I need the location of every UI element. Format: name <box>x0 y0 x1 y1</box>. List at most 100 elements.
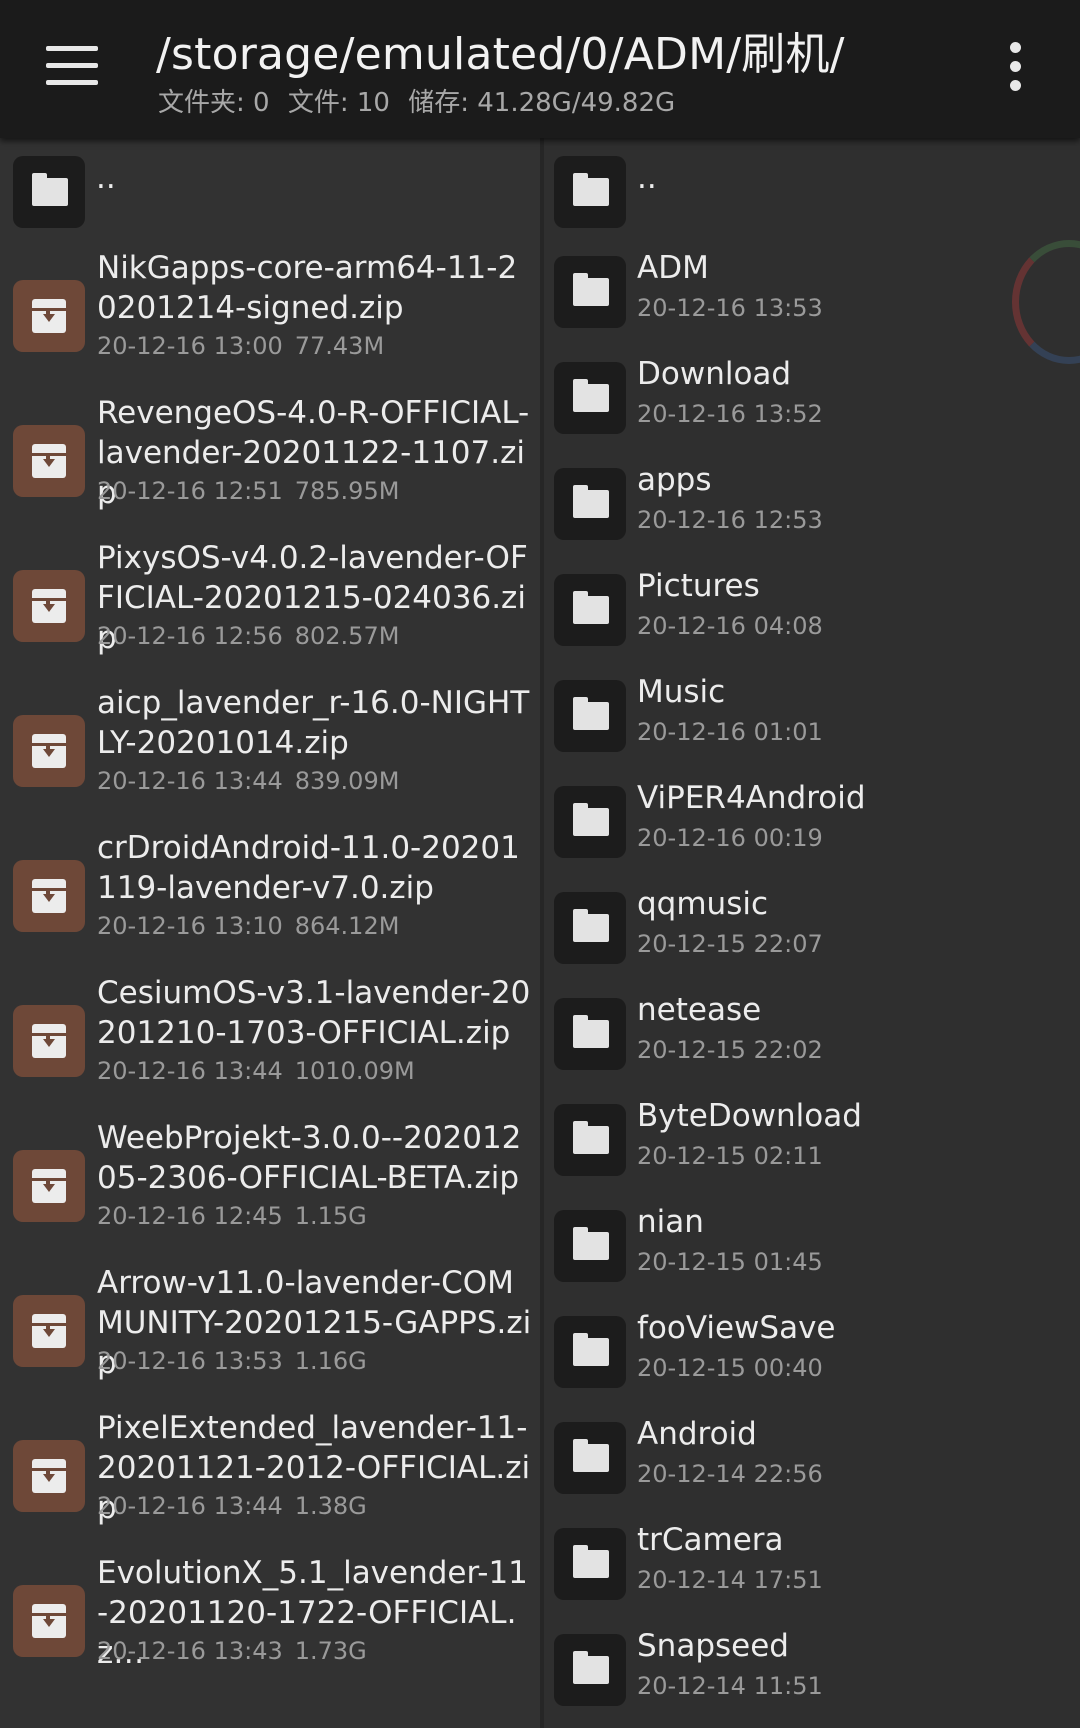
file-meta: 20-12-16 12:51 785.95M <box>97 477 399 505</box>
file-date: 20-12-16 13:53 <box>97 1347 283 1375</box>
folder-name: nian <box>637 1204 704 1240</box>
folder-date: 20-12-15 22:02 <box>637 1036 823 1064</box>
folder-icon <box>554 574 626 646</box>
file-size: 1.38G <box>294 1492 367 1520</box>
archive-zip-icon <box>13 1005 85 1077</box>
file-meta: 20-12-16 13:44 1.38G <box>97 1492 367 1520</box>
archive-zip-icon <box>13 425 85 497</box>
folder-row[interactable]: ViPER4Android 20-12-16 00:19 <box>544 768 1080 874</box>
folder-date: 20-12-14 22:56 <box>637 1460 823 1488</box>
folder-count: 文件夹: 0 <box>158 88 270 118</box>
folder-icon <box>554 892 626 964</box>
file-date: 20-12-16 13:44 <box>97 1057 283 1085</box>
file-date: 20-12-16 13:00 <box>97 332 283 360</box>
folder-icon <box>554 1422 626 1494</box>
hamburger-menu-icon[interactable] <box>46 46 98 86</box>
file-row[interactable]: CesiumOS-v3.1-lavender-20201210-1703-OFF… <box>0 963 540 1108</box>
folder-icon <box>554 362 626 434</box>
storage-usage: 储存: 41.28G/49.82G <box>408 88 676 118</box>
file-meta: 20-12-16 13:00 77.43M <box>97 332 384 360</box>
file-meta: 20-12-16 13:10 864.12M <box>97 912 399 940</box>
file-size: 1.16G <box>294 1347 367 1375</box>
folder-row[interactable]: qqmusic 20-12-15 22:07 <box>544 874 1080 980</box>
folder-icon <box>554 156 626 228</box>
folder-date: 20-12-15 02:11 <box>637 1142 823 1170</box>
file-name: NikGapps-core-arm64-11-20201214-signed.z… <box>97 250 518 326</box>
file-row[interactable]: RevengeOS-4.0-R-OFFICIAL-lavender-202011… <box>0 383 540 528</box>
folder-icon <box>554 468 626 540</box>
parent-directory-label: .. <box>637 160 657 196</box>
folder-row[interactable]: trCamera 20-12-14 17:51 <box>544 1510 1080 1616</box>
archive-zip-icon <box>13 1440 85 1512</box>
folder-name: qqmusic <box>637 886 769 922</box>
current-path-title: /storage/emulated/0/ADM/刷机/ <box>156 29 845 80</box>
folder-icon <box>554 1528 626 1600</box>
file-name: aicp_lavender_r-16.0-NIGHTLY-20201014.zi… <box>97 685 530 761</box>
folder-row[interactable]: Snapseed 20-12-14 11:51 <box>544 1616 1080 1722</box>
file-name: WeebProjekt-3.0.0--20201205-2306-OFFICIA… <box>97 1120 522 1196</box>
parent-directory-row[interactable]: .. <box>544 138 1080 238</box>
folder-name: apps <box>637 462 712 498</box>
file-meta: 20-12-16 13:43 1.73G <box>97 1637 367 1665</box>
file-row[interactable]: WeebProjekt-3.0.0--20201205-2306-OFFICIA… <box>0 1108 540 1253</box>
right-file-pane[interactable]: .. ADM 20-12-16 13:53 Download 20-12-16 13:… <box>544 138 1080 1728</box>
folder-name: netease <box>637 992 762 1028</box>
archive-zip-icon <box>13 1585 85 1657</box>
folder-date: 20-12-16 13:53 <box>637 294 823 322</box>
file-size: 839.09M <box>294 767 400 795</box>
folder-date: 20-12-15 01:45 <box>637 1248 823 1276</box>
folder-row[interactable]: Music 20-12-16 01:01 <box>544 662 1080 768</box>
folder-date: 20-12-16 00:19 <box>637 824 823 852</box>
folder-icon <box>554 256 626 328</box>
folder-icon <box>554 786 626 858</box>
folder-row[interactable]: apps 20-12-16 12:53 <box>544 450 1080 556</box>
folder-icon <box>554 680 626 752</box>
file-row[interactable]: aicp_lavender_r-16.0-NIGHTLY-20201014.zi… <box>0 673 540 818</box>
folder-date: 20-12-14 17:51 <box>637 1566 823 1594</box>
file-row[interactable]: EvolutionX_5.1_lavender-11-20201120-1722… <box>0 1543 540 1688</box>
archive-zip-icon <box>13 715 85 787</box>
file-row[interactable]: PixysOS-v4.0.2-lavender-OFFICIAL-2020121… <box>0 528 540 673</box>
folder-date: 20-12-16 01:01 <box>637 718 823 746</box>
folder-row[interactable]: netease 20-12-15 22:02 <box>544 980 1080 1086</box>
archive-zip-icon <box>13 1295 85 1367</box>
folder-icon <box>554 1316 626 1388</box>
file-row[interactable]: crDroidAndroid-11.0-20201119-lavender-v7… <box>0 818 540 963</box>
folder-row[interactable]: nian 20-12-15 01:45 <box>544 1192 1080 1298</box>
folder-icon <box>554 998 626 1070</box>
folder-row[interactable]: ByteDownload 20-12-15 02:11 <box>544 1086 1080 1192</box>
file-meta: 20-12-16 13:44 839.09M <box>97 767 399 795</box>
file-date: 20-12-16 13:43 <box>97 1637 283 1665</box>
folder-row[interactable]: fooViewSave 20-12-15 00:40 <box>544 1298 1080 1404</box>
directory-stats: 文件夹: 0 文件: 10 储存: 41.28G/49.82G <box>158 82 685 119</box>
file-row[interactable]: Arrow-v11.0-lavender-COMMUNITY-20201215-… <box>0 1253 540 1398</box>
file-row[interactable]: NikGapps-core-arm64-11-20201214-signed.z… <box>0 238 540 383</box>
folder-row[interactable]: Android 20-12-14 22:56 <box>544 1404 1080 1510</box>
parent-directory-row[interactable]: .. <box>0 138 540 238</box>
file-size: 802.57M <box>294 622 400 650</box>
folder-name: Android <box>637 1416 757 1452</box>
file-meta: 20-12-16 13:53 1.16G <box>97 1347 367 1375</box>
folder-date: 20-12-16 04:08 <box>637 612 823 640</box>
folder-icon <box>554 1634 626 1706</box>
archive-zip-icon <box>13 860 85 932</box>
parent-directory-label: .. <box>96 160 116 196</box>
folder-row[interactable]: Pictures 20-12-16 04:08 <box>544 556 1080 662</box>
folder-date: 20-12-16 12:53 <box>637 506 823 534</box>
file-date: 20-12-16 13:10 <box>97 912 283 940</box>
folder-name: Music <box>637 674 726 710</box>
file-size: 1010.09M <box>294 1057 415 1085</box>
file-date: 20-12-16 12:51 <box>97 477 283 505</box>
folder-name: Download <box>637 356 792 392</box>
folder-date: 20-12-16 13:52 <box>637 400 823 428</box>
folder-icon <box>554 1104 626 1176</box>
file-name: CesiumOS-v3.1-lavender-20201210-1703-OFF… <box>97 975 531 1051</box>
file-row[interactable]: PixelExtended_lavender-11-20201121-2012-… <box>0 1398 540 1543</box>
more-vertical-icon[interactable] <box>1004 42 1028 92</box>
folder-row[interactable]: ADM 20-12-16 13:53 <box>544 238 1080 344</box>
folder-date: 20-12-15 22:07 <box>637 930 823 958</box>
file-size: 1.73G <box>294 1637 367 1665</box>
left-file-pane[interactable]: .. NikGapps-core-arm64-11-20201214-signe… <box>0 138 540 1728</box>
folder-name: ViPER4Android <box>637 780 866 816</box>
folder-row[interactable]: Download 20-12-16 13:52 <box>544 344 1080 450</box>
